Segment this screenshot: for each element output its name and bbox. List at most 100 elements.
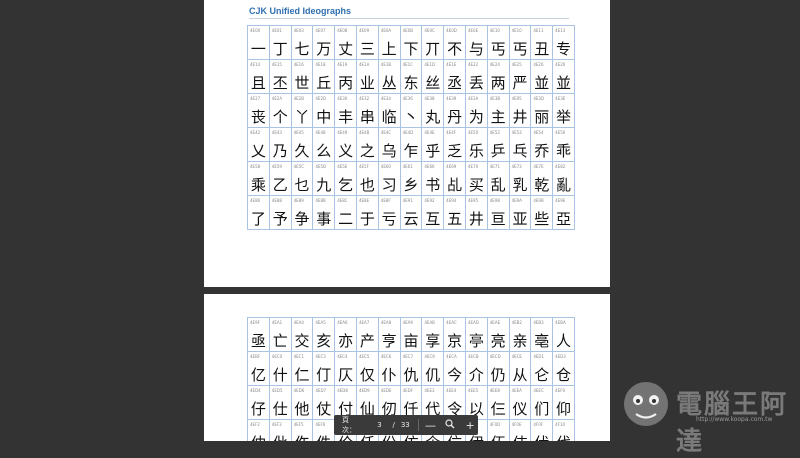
glyph-cell: 4E48 么: [312, 127, 336, 162]
glyph-cell: 4EEC 们: [530, 385, 554, 420]
glyph-cell: 4E9A 亚: [508, 195, 532, 230]
pdf-page-1: CJK Unified Ideographs 4E00 一 4E01 丁 4E03 七 4E…: [204, 0, 610, 287]
glyph: 介: [468, 366, 484, 384]
glyph-cell: 4F0E 伎: [508, 419, 532, 441]
codepoint-label: 4E01: [271, 28, 282, 33]
current-page-input[interactable]: 3: [372, 421, 386, 429]
zoom-fit-button[interactable]: [442, 418, 458, 432]
glyph: 伐: [553, 432, 574, 441]
glyph-cell: 4E19 丙: [334, 59, 357, 94]
glyph: 丐: [512, 40, 528, 58]
zoom-out-button[interactable]: —: [423, 419, 439, 432]
glyph: 产: [359, 332, 375, 350]
codepoint-label: 4EE3: [424, 388, 435, 393]
glyph: 专: [556, 40, 572, 58]
glyph: 亥: [316, 332, 332, 350]
glyph-cell: 4ED1 仑: [530, 351, 554, 386]
glyph: 且: [250, 74, 266, 92]
zoom-in-button[interactable]: +: [462, 419, 478, 432]
glyph: 丹: [447, 108, 463, 126]
codepoint-label: 4F0D: [489, 422, 501, 427]
glyph-cell: 4EB2 亲: [508, 317, 532, 352]
glyph-cell: 4E4B 之: [355, 127, 379, 162]
glyph: 伎: [510, 432, 531, 441]
codepoint-label: 4E10: [511, 28, 522, 33]
codepoint-label: 4E0B: [402, 28, 413, 33]
glyph-cell: 4E1D 丝: [421, 59, 445, 94]
glyph: 仲: [248, 432, 269, 441]
codepoint-label: 4E0C: [424, 28, 435, 33]
codepoint-label: 4E89: [293, 198, 304, 203]
glyph: 伍: [488, 432, 509, 441]
glyph-cell: 4E69 乩: [443, 161, 466, 196]
codepoint-label: 4E98: [489, 198, 500, 203]
glyph: 亏: [381, 210, 397, 228]
glyph-cell: 4EAB 享: [421, 317, 445, 352]
glyph-cell: 4E10 丐: [486, 25, 510, 60]
glyph-cell: 4EBF 亿: [247, 351, 270, 386]
codepoint-label: 4EB3: [533, 320, 544, 325]
glyph: 井: [468, 210, 484, 228]
codepoint-label: 4E49: [337, 130, 348, 135]
codepoint-label: 4E3E: [555, 96, 566, 101]
glyph-cell: 4E50 乐: [464, 127, 488, 162]
glyph-cell: 4E27 丧: [247, 93, 270, 128]
glyph-cell: 4E2A 个: [268, 93, 292, 128]
codepoint-label: 4ECE: [511, 354, 522, 359]
codepoint-label: 4EAD: [467, 320, 479, 325]
glyph-cell: 4EC3 仃: [312, 351, 336, 386]
glyph: 世: [294, 74, 310, 92]
glyph: 于: [359, 210, 375, 228]
codepoint-label: 4E32: [358, 96, 370, 101]
glyph-cell: 4E73 乳: [508, 161, 532, 196]
glyph: 丈: [338, 40, 354, 58]
glyph-cell: 4E3A 为: [464, 93, 488, 128]
codepoint-label: 4EA6: [337, 320, 348, 325]
glyph: 乔: [534, 142, 550, 160]
glyph-cell: 4ED6 他: [290, 385, 314, 420]
glyph-cell: 4E14 且: [247, 59, 270, 94]
codepoint-label: 4E5D: [315, 164, 327, 169]
glyph-cell: 4E7E 乾: [530, 161, 554, 196]
glyph-cell: 4F10 伐: [552, 419, 575, 441]
codepoint-label: 4E9E: [555, 198, 566, 203]
codepoint-label: 4EA4: [293, 320, 304, 325]
glyph-cell: 4EC4 仄: [334, 351, 357, 386]
codepoint-label: 4EF3: [271, 422, 282, 427]
codepoint-label: 4E94: [446, 198, 457, 203]
glyph: 今: [447, 366, 463, 384]
glyph-cell: 4EA8 亨: [377, 317, 401, 352]
glyph: 五: [447, 210, 463, 228]
codepoint-label: 4EF0: [555, 388, 566, 393]
codepoint-label: 4EA9: [402, 320, 413, 325]
glyph-cell: 4E4C 乌: [377, 127, 401, 162]
codepoint-label: 4E8E: [358, 198, 370, 203]
codepoint-label: 4E26: [533, 62, 544, 67]
glyph-cell: 4E00 一: [247, 25, 270, 60]
codepoint-label: 4E52: [489, 130, 500, 135]
codepoint-label: 4E16: [293, 62, 304, 67]
page-title: CJK Unified Ideographs: [249, 6, 352, 16]
glyph: 他: [294, 400, 310, 418]
codepoint-label: 4ECA: [446, 354, 457, 359]
glyph-cell: 4EB3 亳: [530, 317, 554, 352]
glyph: 井: [512, 108, 528, 126]
glyph: 亿: [250, 366, 266, 384]
glyph: 乎: [425, 142, 441, 160]
codepoint-label: 4E2A: [271, 96, 283, 101]
codepoint-label: 4E53: [511, 130, 522, 135]
glyph: 乖: [556, 142, 572, 160]
codepoint-label: 4E2D: [315, 96, 327, 101]
glyph: 乍: [403, 142, 419, 160]
glyph: 亳: [534, 332, 550, 350]
codepoint-label: 4E45: [293, 130, 304, 135]
glyph: 乾: [534, 176, 550, 194]
glyph: 乒: [490, 142, 506, 160]
glyph: 久: [294, 142, 310, 160]
glyph: 亂: [556, 176, 572, 194]
glyph: 亘: [490, 210, 506, 228]
codepoint-label: 4E8F: [380, 198, 391, 203]
codepoint-label: 4E08: [337, 28, 348, 33]
codepoint-label: 4F10: [555, 422, 566, 427]
codepoint-label: 4EE8: [489, 388, 500, 393]
